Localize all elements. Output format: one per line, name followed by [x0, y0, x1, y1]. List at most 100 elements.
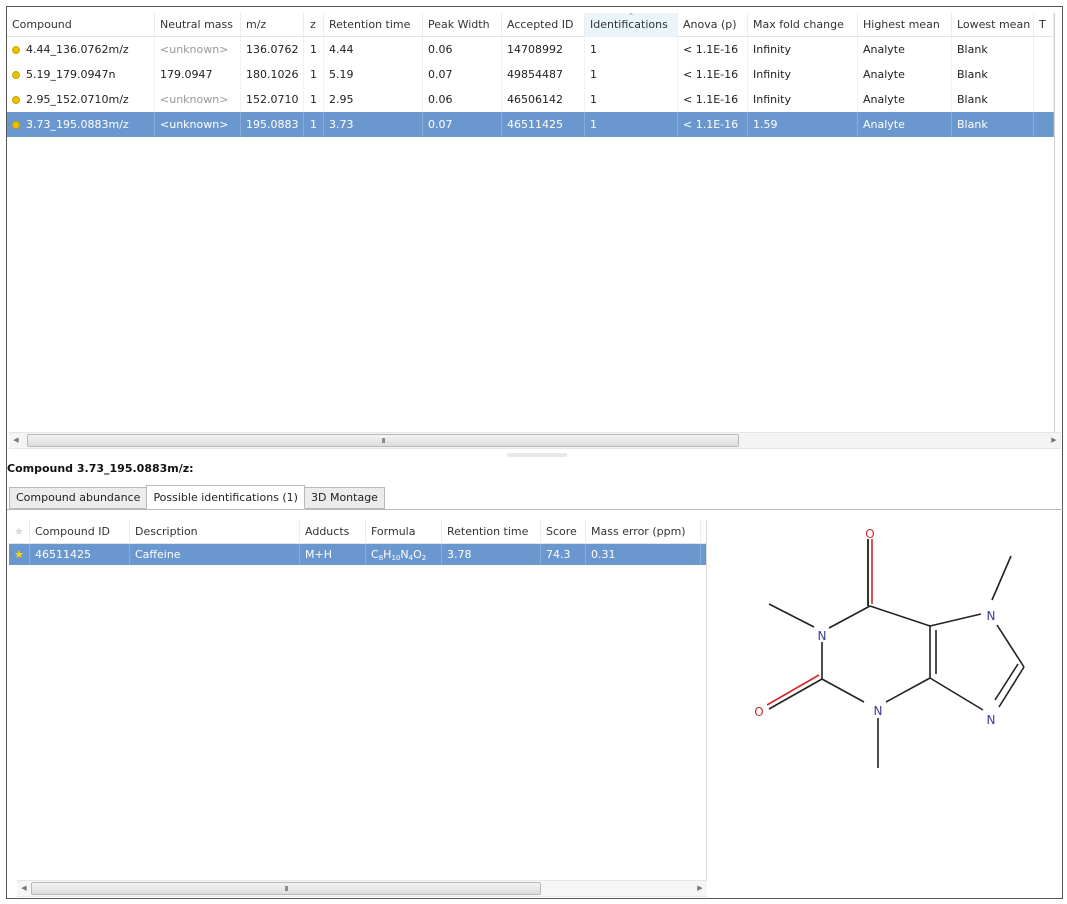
star-cell[interactable]: ★ — [9, 544, 30, 565]
cell-compound: 2.95_152.0710m/z — [7, 87, 155, 112]
column-header-adducts[interactable]: Adducts — [300, 520, 366, 544]
identifications-table: ★ Compound ID Description Adducts Formul… — [9, 520, 707, 890]
compound-row[interactable]: 3.73_195.0883m/z <unknown> 195.0883 1 3.73 0.… — [7, 112, 1054, 137]
possible-identifications-panel: ★ Compound ID Description Adducts Formul… — [7, 509, 1063, 899]
bond-c2-n3 — [821, 678, 865, 703]
compound-label: 5.19_179.0947n — [26, 68, 116, 81]
identifications-scrollbar-thumb[interactable]: III — [31, 882, 541, 895]
bond-c2-o-double — [766, 674, 820, 706]
tab-compound-abundance[interactable]: Compound abundance — [9, 487, 148, 509]
compound-status-dot-icon — [12, 121, 20, 129]
cell-mz: 136.0762 — [241, 37, 304, 62]
bond-n9-c4 — [929, 677, 984, 711]
bond-c2-o — [768, 678, 823, 710]
detail-tabs: Compound abundance Possible identificati… — [9, 485, 385, 509]
cell-retention-time: 3.73 — [324, 112, 423, 137]
formula-count: 2 — [421, 554, 427, 562]
compound-label: 3.73_195.0883m/z — [26, 118, 129, 131]
formula-element: C — [371, 548, 379, 561]
cell-mz: 180.1026 — [241, 62, 304, 87]
app-window: Compound Neutral mass m/z z Retention ti… — [6, 6, 1063, 899]
column-header-score[interactable]: Score — [541, 520, 586, 544]
cell-highest-mean: Analyte — [858, 87, 952, 112]
column-header-star[interactable]: ★ — [9, 520, 30, 544]
panel-splitter-handle[interactable] — [507, 453, 567, 457]
scrollbar-grip-icon: III — [381, 437, 385, 445]
bond-n7-c8 — [996, 624, 1025, 668]
column-header-description[interactable]: Description — [130, 520, 300, 544]
bond-n3-c4 — [885, 677, 931, 703]
atom-n1: N — [818, 629, 827, 643]
column-header-id-retention-time[interactable]: Retention time — [442, 520, 541, 544]
cell-truncated — [1034, 87, 1054, 112]
cell-z: 1 — [304, 37, 324, 62]
column-header-compound-id[interactable]: Compound ID — [30, 520, 130, 544]
scroll-left-arrow-icon[interactable]: ◀ — [9, 433, 23, 448]
identification-row[interactable]: ★ 46511425 Caffeine M+H C8H10N4O2 3.78 7… — [9, 544, 706, 565]
chemical-structure-viewer: O O N N N N — [719, 510, 1062, 898]
formula-element: N — [400, 548, 409, 561]
column-header-lowest-mean[interactable]: Lowest mean — [952, 13, 1034, 37]
cell-lowest-mean: Blank — [952, 112, 1034, 137]
column-header-max-fold-change[interactable]: Max fold change — [748, 13, 858, 37]
cell-accepted-id: 49854487 — [502, 62, 585, 87]
compounds-scrollbar-thumb[interactable]: III — [27, 434, 739, 447]
cell-anova: < 1.1E-16 — [678, 87, 748, 112]
column-header-retention-time[interactable]: Retention time — [324, 13, 423, 37]
bond-n7-methyl — [991, 555, 1012, 601]
cell-max-fold-change: 1.59 — [748, 112, 858, 137]
atom-o-top: O — [865, 527, 874, 541]
cell-truncated — [1034, 62, 1054, 87]
cell-lowest-mean: Blank — [952, 62, 1034, 87]
column-header-accepted-id[interactable]: Accepted ID — [502, 13, 585, 37]
column-header-z[interactable]: z — [304, 13, 324, 37]
cell-neutral-mass: <unknown> — [155, 112, 241, 137]
column-header-mass-error[interactable]: Mass error (ppm) — [586, 520, 701, 544]
compound-row[interactable]: 4.44_136.0762m/z <unknown> 136.0762 1 4.44 0.… — [7, 37, 1054, 62]
column-header-mz[interactable]: m/z — [241, 13, 304, 37]
scroll-left-arrow-icon[interactable]: ◀ — [17, 881, 31, 896]
formula-element: O — [413, 548, 422, 561]
bond-c5-c6 — [869, 605, 931, 627]
compounds-table: Compound Neutral mass m/z z Retention ti… — [7, 13, 1055, 432]
compounds-horizontal-scrollbar[interactable]: ◀ III ▶ — [9, 432, 1061, 449]
column-header-neutral-mass[interactable]: Neutral mass — [155, 13, 241, 37]
cell-peak-width: 0.07 — [423, 112, 502, 137]
cell-neutral-mass: 179.0947 — [155, 62, 241, 87]
cell-mass-error: 0.31 — [586, 544, 701, 565]
identifications-horizontal-scrollbar[interactable]: ◀ III ▶ — [17, 880, 707, 897]
scroll-right-arrow-icon[interactable]: ▶ — [693, 881, 707, 896]
cell-peak-width: 0.07 — [423, 62, 502, 87]
cell-mz: 195.0883 — [241, 112, 304, 137]
cell-truncated — [1034, 37, 1054, 62]
atom-o-left: O — [754, 705, 763, 719]
column-header-formula[interactable]: Formula — [366, 520, 442, 544]
column-header-identifications[interactable]: ⌃ Identifications — [585, 13, 678, 37]
column-header-anova[interactable]: Anova (p) — [678, 13, 748, 37]
tab-possible-identifications[interactable]: Possible identifications (1) — [146, 485, 305, 509]
compound-row[interactable]: 5.19_179.0947n 179.0947 180.1026 1 5.19 0.07 4… — [7, 62, 1054, 87]
cell-identifications: 1 — [585, 112, 678, 137]
cell-accepted-id: 14708992 — [502, 37, 585, 62]
compounds-table-header: Compound Neutral mass m/z z Retention ti… — [7, 13, 1054, 37]
column-header-highest-mean[interactable]: Highest mean — [858, 13, 952, 37]
cell-anova: < 1.1E-16 — [678, 112, 748, 137]
cell-identifications: 1 — [585, 62, 678, 87]
star-outline-icon: ★ — [14, 525, 24, 538]
cell-compound: 4.44_136.0762m/z — [7, 37, 155, 62]
compound-row[interactable]: 2.95_152.0710m/z <unknown> 152.0710 1 2.95 0.… — [7, 87, 1054, 112]
cell-accepted-id: 46506142 — [502, 87, 585, 112]
sort-arrow-icon: ⌃ — [627, 13, 635, 21]
scroll-right-arrow-icon[interactable]: ▶ — [1047, 433, 1061, 448]
compound-status-dot-icon — [12, 71, 20, 79]
column-header-peak-width[interactable]: Peak Width — [423, 13, 502, 37]
cell-formula: C8H10N4O2 — [366, 544, 442, 565]
atom-n9: N — [987, 713, 996, 727]
cell-mz: 152.0710 — [241, 87, 304, 112]
column-header-truncated[interactable]: T — [1034, 13, 1054, 37]
column-header-compound[interactable]: Compound — [7, 13, 155, 37]
cell-anova: < 1.1E-16 — [678, 62, 748, 87]
selected-compound-title: Compound 3.73_195.0883m/z: — [7, 462, 194, 475]
tab-3d-montage[interactable]: 3D Montage — [303, 487, 385, 509]
cell-peak-width: 0.06 — [423, 87, 502, 112]
